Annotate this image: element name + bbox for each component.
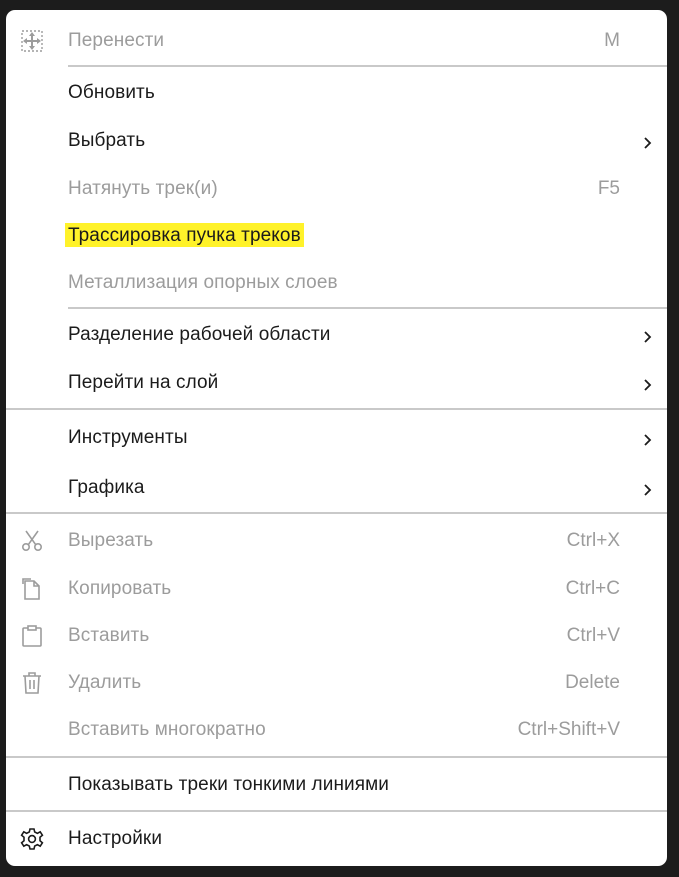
menu-item-move[interactable]: Перенести M xyxy=(6,21,667,61)
menu-item-label: Вставить xyxy=(68,625,150,646)
menu-item-shortcut: Ctrl+Shift+V xyxy=(517,719,620,740)
menu-item-select[interactable]: Выбрать xyxy=(6,121,667,161)
menu-item-refresh[interactable]: Обновить xyxy=(6,73,667,113)
clipboard-icon xyxy=(20,624,44,648)
menu-item-label: Перенести xyxy=(68,30,165,51)
menu-separator xyxy=(6,756,667,758)
menu-separator xyxy=(68,65,667,67)
menu-item-delete[interactable]: Удалить Delete xyxy=(6,663,667,703)
chevron-right-icon xyxy=(643,376,653,391)
menu-item-label: Инструменты xyxy=(68,427,188,448)
menu-item-label: Выбрать xyxy=(68,130,146,151)
chevron-right-icon xyxy=(643,431,653,446)
chevron-right-icon xyxy=(643,134,653,149)
menu-item-tools[interactable]: Инструменты xyxy=(6,418,667,458)
menu-item-shortcut: Ctrl+X xyxy=(566,530,620,551)
menu-separator xyxy=(68,307,667,309)
menu-item-copy[interactable]: Копировать Ctrl+C xyxy=(6,569,667,609)
menu-item-split-workspace[interactable]: Разделение рабочей области xyxy=(6,315,667,355)
gear-icon xyxy=(20,827,44,851)
menu-item-label: Обновить xyxy=(68,82,155,103)
menu-item-label: Удалить xyxy=(68,672,142,693)
menu-item-shortcut: Delete xyxy=(565,672,620,693)
menu-item-label: Разделение рабочей области xyxy=(68,324,331,345)
screenshot-frame: Перенести M Обновить Выбрать Натянуть тр… xyxy=(0,0,679,877)
menu-item-label: Графика xyxy=(68,477,145,498)
menu-item-label: Натянуть трек(и) xyxy=(68,178,218,199)
move-selection-icon xyxy=(20,29,44,53)
menu-item-thin-lines[interactable]: Показывать треки тонкими линиями xyxy=(6,765,667,805)
menu-item-bundle-routing[interactable]: Трассировка пучка треков xyxy=(6,216,667,256)
menu-item-shortcut: M xyxy=(604,30,620,51)
menu-item-label: Копировать xyxy=(68,578,172,599)
menu-item-paste-multiple[interactable]: Вставить многократно Ctrl+Shift+V xyxy=(6,710,667,750)
menu-item-shortcut: F5 xyxy=(597,178,620,199)
menu-item-shortcut: Ctrl+V xyxy=(566,625,620,646)
menu-item-metallization[interactable]: Металлизация опорных слоев xyxy=(6,263,667,303)
menu-separator xyxy=(6,408,667,410)
trash-icon xyxy=(20,671,44,695)
menu-item-label: Вырезать xyxy=(68,530,154,551)
menu-item-label: Настройки xyxy=(68,828,163,849)
menu-item-shortcut: Ctrl+C xyxy=(565,578,620,599)
menu-separator xyxy=(6,810,667,812)
menu-item-graphics[interactable]: Графика xyxy=(6,468,667,508)
menu-item-cut[interactable]: Вырезать Ctrl+X xyxy=(6,521,667,561)
context-menu: Перенести M Обновить Выбрать Натянуть тр… xyxy=(6,10,667,866)
menu-item-label: Показывать треки тонкими линиями xyxy=(68,774,390,795)
scissors-icon xyxy=(20,529,44,553)
menu-item-label: Перейти на слой xyxy=(68,372,219,393)
chevron-right-icon xyxy=(643,481,653,496)
menu-separator xyxy=(6,512,667,514)
menu-item-paste[interactable]: Вставить Ctrl+V xyxy=(6,616,667,656)
copy-icon xyxy=(20,577,44,601)
menu-item-settings[interactable]: Настройки xyxy=(6,819,667,859)
menu-item-stretch-tracks[interactable]: Натянуть трек(и) F5 xyxy=(6,169,667,209)
menu-item-label: Трассировка пучка треков xyxy=(65,223,304,247)
chevron-right-icon xyxy=(643,328,653,343)
menu-item-label: Вставить многократно xyxy=(68,719,266,740)
menu-item-label: Металлизация опорных слоев xyxy=(68,272,338,293)
menu-item-go-to-layer[interactable]: Перейти на слой xyxy=(6,363,667,403)
